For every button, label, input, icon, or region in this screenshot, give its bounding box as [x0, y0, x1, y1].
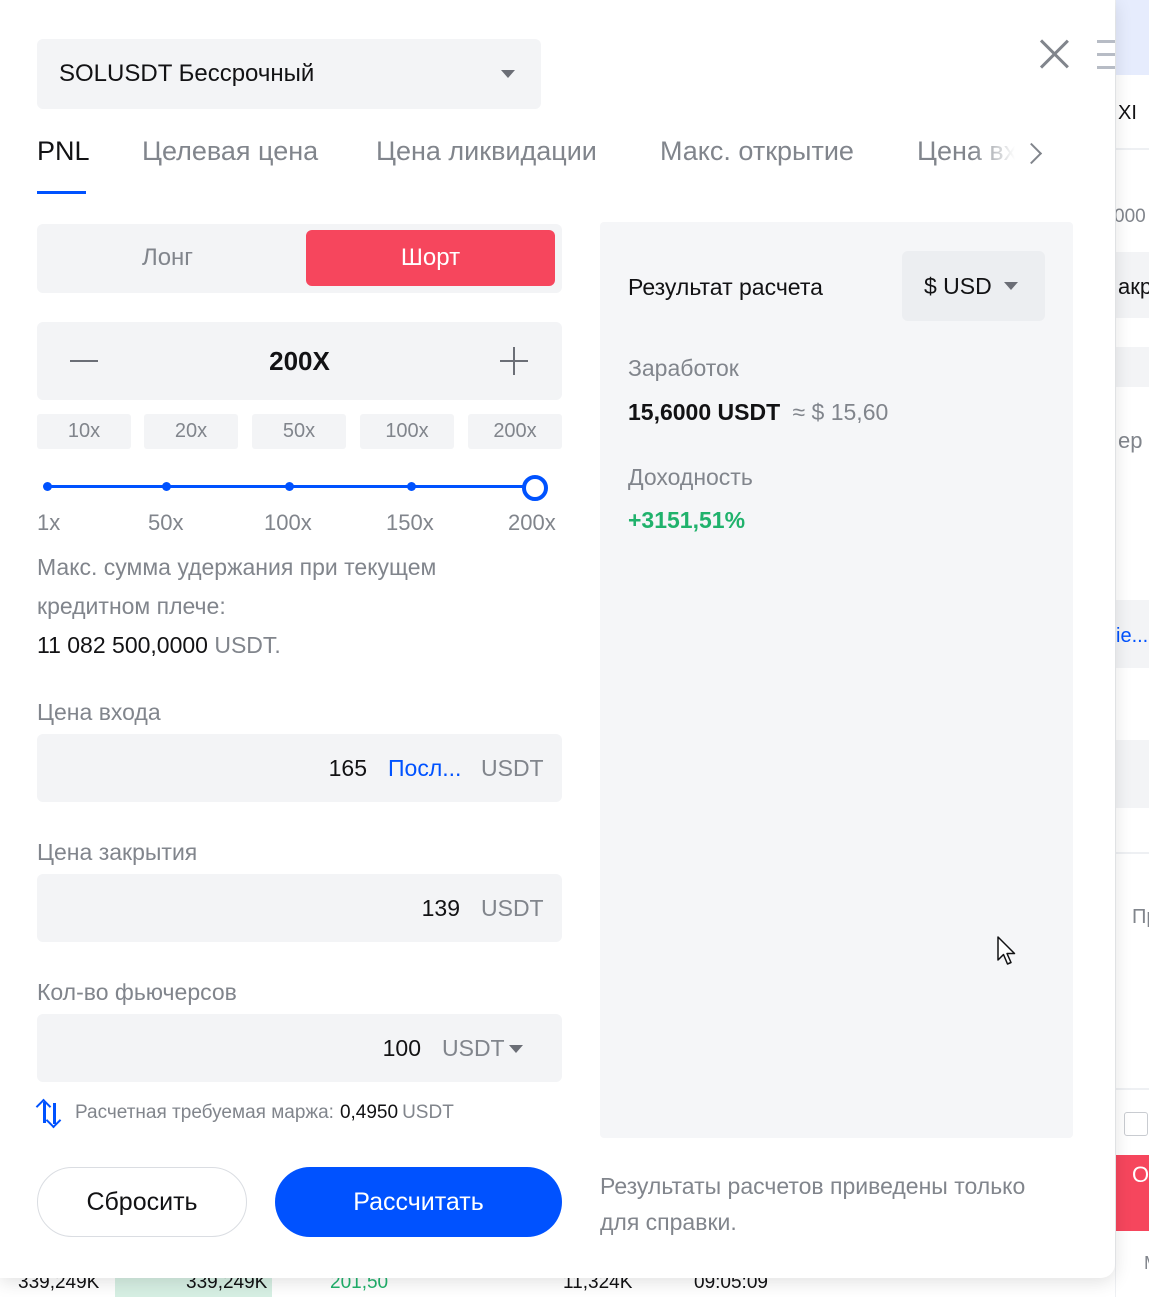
max-hold-text: Макс. сумма удержания при текущем кредит…: [37, 554, 437, 619]
entry-price-field[interactable]: 165 Посл... USDT: [37, 734, 562, 802]
earnings-label: Заработок: [628, 355, 739, 381]
slider-label: 200x: [508, 510, 556, 535]
background-block: [1116, 740, 1149, 808]
long-button[interactable]: Лонг: [43, 230, 292, 286]
entry-price-value[interactable]: 165: [329, 755, 367, 782]
background-text: Пр: [1132, 906, 1149, 928]
tab-target-price[interactable]: Целевая цена: [142, 136, 318, 167]
slider-tick: [162, 482, 171, 491]
currency-select-label: $ USD: [924, 273, 992, 299]
swap-icon[interactable]: [37, 1100, 65, 1126]
background-link[interactable]: ie...: [1116, 625, 1148, 648]
max-hold-unit: USDT.: [214, 632, 281, 658]
margin-value: 0,4950: [339, 1102, 399, 1123]
leverage-presets: 10x 20x 50x 100x 200x: [37, 414, 562, 449]
max-hold-value: 11 082 500,0000: [37, 632, 208, 658]
last-price-link[interactable]: Посл...: [388, 755, 461, 782]
preset-100x[interactable]: 100x: [360, 414, 454, 449]
quantity-field[interactable]: 100 USDT: [37, 1014, 562, 1082]
background-text: 000: [1115, 206, 1146, 227]
margin-unit: USDT: [402, 1102, 454, 1123]
quantity-unit-select[interactable]: USDT: [442, 1035, 505, 1062]
close-price-unit: USDT: [481, 895, 544, 921]
quantity-label: Кол-во фьючерсов: [37, 979, 237, 1005]
short-button[interactable]: Шорт: [306, 230, 555, 286]
symbol-select-label: SOLUSDT Бессрочный: [59, 60, 315, 87]
background-text: О: [1132, 1162, 1149, 1187]
entry-price-label: Цена входа: [37, 699, 161, 725]
earnings-value: 15,6000 USDT: [628, 399, 781, 425]
tab-max-open[interactable]: Макс. открытие: [660, 136, 854, 167]
preset-200x[interactable]: 200x: [468, 414, 562, 449]
slider-tick: [43, 482, 52, 491]
close-icon[interactable]: [1034, 33, 1074, 73]
yield-label: Доходность: [628, 464, 753, 490]
slider-tick: [285, 482, 294, 491]
background-divider: [1116, 1088, 1149, 1090]
earnings-approx: ≈ $ 15,60: [792, 399, 889, 425]
close-price-value[interactable]: 139: [422, 895, 460, 922]
tab-pnl[interactable]: PNL: [37, 136, 90, 167]
slider-tick: [407, 482, 416, 491]
background-right-strip: XI 000 акр ер ie... Пр О М: [1115, 0, 1149, 1297]
slider-label: 50x: [148, 510, 184, 535]
background-divider: [1116, 148, 1149, 150]
tab-liquidation-price[interactable]: Цена ликвидации: [376, 136, 597, 167]
plus-icon[interactable]: [497, 346, 531, 376]
close-price-label: Цена закрытия: [37, 839, 198, 865]
calculate-button[interactable]: Рассчитать: [275, 1167, 562, 1237]
preset-10x[interactable]: 10x: [37, 414, 131, 449]
active-tab-indicator: [37, 191, 86, 194]
close-price-field[interactable]: 139 USDT: [37, 874, 562, 942]
background-text: М: [1144, 1253, 1149, 1274]
background-text: акр: [1118, 274, 1149, 299]
yield-value: +3151,51%: [628, 507, 746, 533]
background-divider: [1116, 852, 1149, 854]
max-hold-info: Макс. сумма удержания при текущем кредит…: [37, 548, 517, 665]
caret-down-icon: [501, 70, 515, 78]
slider-label: 100x: [264, 510, 312, 535]
disclaimer-text: Результаты расчетов приведены только для…: [600, 1173, 1026, 1235]
menu-icon[interactable]: [1097, 38, 1115, 72]
slider-label: 150x: [386, 510, 434, 535]
background-block: [1116, 347, 1149, 387]
result-panel: Результат расчета $ USD Заработок 15,600…: [600, 222, 1073, 1138]
leverage-stepper: 200X: [37, 322, 562, 400]
preset-50x[interactable]: 50x: [252, 414, 346, 449]
currency-select[interactable]: $ USD: [902, 251, 1045, 321]
chevron-right-icon[interactable]: [1022, 141, 1042, 167]
slider-label: 1x: [37, 510, 61, 535]
background-header-block: [1116, 0, 1149, 75]
symbol-select[interactable]: SOLUSDT Бессрочный: [37, 39, 541, 109]
leverage-value[interactable]: 200X: [37, 346, 562, 377]
slider-thumb[interactable]: [522, 475, 548, 501]
calculator-modal: SOLUSDT Бессрочный PNL Целевая цена Цена…: [0, 0, 1115, 1278]
entry-price-unit: USDT: [481, 755, 544, 781]
background-checkbox[interactable]: [1124, 1112, 1148, 1136]
mouse-cursor-icon: [997, 936, 1016, 965]
reset-button[interactable]: Сбросить: [37, 1167, 247, 1237]
side-toggle: Лонг Шорт: [37, 224, 562, 293]
quantity-value[interactable]: 100: [383, 1035, 421, 1062]
result-title: Результат расчета: [628, 274, 823, 300]
background-text: ер: [1118, 428, 1143, 453]
calculator-tabs: PNL Целевая цена Цена ликвидации Макс. о…: [37, 132, 1043, 196]
preset-20x[interactable]: 20x: [144, 414, 238, 449]
caret-down-icon[interactable]: [509, 1045, 523, 1053]
leverage-slider[interactable]: 1x 50x 100x 150x 200x: [37, 470, 562, 540]
margin-label: Расчетная требуемая маржа:: [75, 1102, 334, 1123]
earnings-row: 15,6000 USDT ≈ $ 15,60: [628, 399, 888, 426]
margin-row: Расчетная требуемая маржа: 0,4950 USDT: [37, 1098, 454, 1128]
background-text: XI: [1118, 102, 1137, 124]
caret-down-icon: [1004, 282, 1018, 290]
